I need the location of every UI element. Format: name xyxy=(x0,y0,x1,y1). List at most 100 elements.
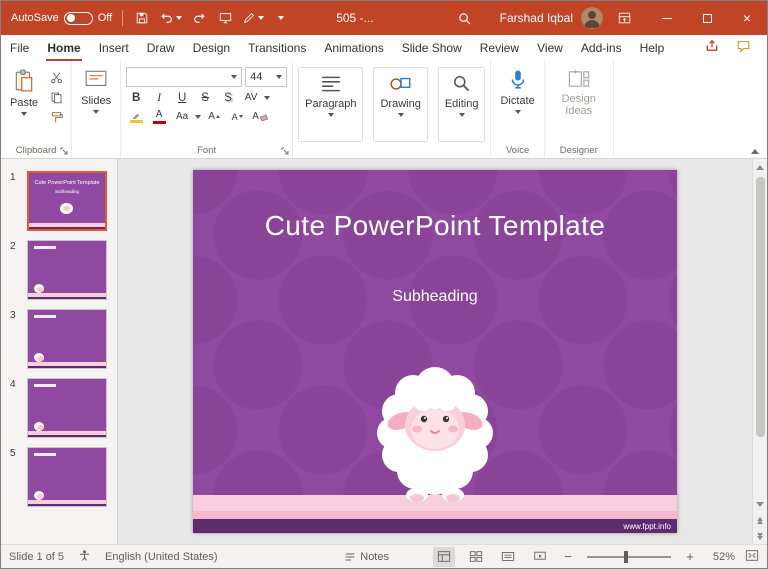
tab-help[interactable]: Help xyxy=(631,35,674,61)
dictate-button[interactable]: Dictate xyxy=(494,63,540,144)
slide-thumbnail-1[interactable]: Cute PowerPoint Template Subheading xyxy=(27,171,107,231)
reading-view-icon[interactable] xyxy=(497,547,519,567)
tab-file[interactable]: File xyxy=(1,35,38,61)
autosave-label: AutoSave xyxy=(11,12,59,24)
maximize-button[interactable] xyxy=(687,1,727,35)
slide-thumbnail-2[interactable] xyxy=(27,240,107,300)
decrease-font-size-button[interactable]: A xyxy=(227,108,247,125)
slide-indicator[interactable]: Slide 1 of 5 xyxy=(9,551,64,563)
current-slide[interactable]: Cute PowerPoint Template Subheading www.… xyxy=(193,170,677,533)
notes-button[interactable]: Notes xyxy=(344,551,389,563)
copy-icon[interactable] xyxy=(46,90,66,105)
slide-thumbnail-3[interactable] xyxy=(27,309,107,369)
editing-button[interactable]: Editing xyxy=(437,67,486,142)
ribbon-display-options-icon[interactable] xyxy=(615,6,633,30)
tab-view[interactable]: View xyxy=(528,35,572,61)
minimize-button[interactable] xyxy=(647,1,687,35)
paragraph-button[interactable]: Paragraph xyxy=(298,67,364,142)
font-dialog-launcher-icon[interactable] xyxy=(281,147,289,155)
slide-thumbnail-5[interactable] xyxy=(27,447,107,507)
close-button[interactable]: × xyxy=(727,1,767,35)
tab-add-ins[interactable]: Add-ins xyxy=(572,35,631,61)
slides-button[interactable]: Slides xyxy=(75,63,117,144)
tab-design[interactable]: Design xyxy=(184,35,239,61)
sheep-thumbnail-icon xyxy=(60,203,73,214)
slide-number: 5 xyxy=(10,448,16,459)
character-spacing-button[interactable]: AV xyxy=(241,89,261,106)
slides-dropdown-chevron-icon[interactable] xyxy=(93,110,100,114)
tab-home[interactable]: Home xyxy=(38,35,89,61)
scroll-up-button[interactable] xyxy=(753,159,767,175)
tab-review[interactable]: Review xyxy=(471,35,528,61)
slide-row-2: 2 xyxy=(1,240,117,300)
comments-icon[interactable] xyxy=(736,39,751,58)
design-ideas-button[interactable]: Design Ideas xyxy=(548,63,610,144)
underline-button[interactable]: U xyxy=(172,89,192,106)
collapse-ribbon-icon[interactable] xyxy=(751,149,759,154)
normal-view-icon[interactable] xyxy=(433,546,455,567)
footer-link[interactable]: www.fppt.info xyxy=(623,522,671,531)
accessibility-icon[interactable] xyxy=(78,549,91,565)
tab-animations[interactable]: Animations xyxy=(315,35,392,61)
save-icon[interactable] xyxy=(133,6,151,30)
font-name-select[interactable] xyxy=(126,67,243,87)
drawing-button[interactable]: Drawing xyxy=(373,67,428,142)
text-highlight-button[interactable] xyxy=(126,108,146,125)
character-spacing-chevron-icon[interactable] xyxy=(264,95,271,100)
slide-title[interactable]: Cute PowerPoint Template xyxy=(193,210,677,242)
increase-font-size-button[interactable]: A xyxy=(204,108,224,125)
clipboard-dialog-launcher-icon[interactable] xyxy=(60,147,68,155)
bold-button[interactable]: B xyxy=(126,89,146,106)
user-name[interactable]: Farshad Iqbal xyxy=(500,11,573,25)
ribbon: Paste Clipboard Slides 44 B I U S S AV A… xyxy=(1,61,767,159)
fit-slide-to-window-icon[interactable] xyxy=(745,549,759,565)
eraser-icon xyxy=(259,113,268,121)
tab-draw[interactable]: Draw xyxy=(138,35,184,61)
redo-icon[interactable] xyxy=(190,6,208,30)
vertical-scrollbar[interactable] xyxy=(752,159,767,544)
change-case-button[interactable]: Aa xyxy=(172,108,192,125)
zoom-level[interactable]: 52% xyxy=(707,551,735,563)
scroll-down-button[interactable] xyxy=(753,496,767,512)
slide-number: 4 xyxy=(10,379,16,390)
tab-slide-show[interactable]: Slide Show xyxy=(393,35,471,61)
clear-formatting-button[interactable]: A xyxy=(250,108,270,125)
italic-button[interactable]: I xyxy=(149,89,169,106)
sheep-thumbnail-icon xyxy=(34,353,44,362)
format-painter-icon[interactable] xyxy=(46,110,66,125)
zoom-in-button[interactable]: + xyxy=(683,549,697,564)
pen-icon[interactable] xyxy=(242,6,265,30)
slide-canvas[interactable]: Cute PowerPoint Template Subheading www.… xyxy=(118,159,752,544)
font-name-chevron-icon xyxy=(231,75,238,79)
text-shadow-button[interactable]: S xyxy=(218,89,238,106)
start-slideshow-icon[interactable] xyxy=(216,6,234,30)
search-icon[interactable] xyxy=(456,6,474,30)
tab-transitions[interactable]: Transitions xyxy=(239,35,315,61)
paste-button[interactable]: Paste xyxy=(4,63,44,144)
quick-access-customize-icon[interactable] xyxy=(272,6,290,30)
autosave-switch-icon xyxy=(63,11,93,25)
font-size-select[interactable]: 44 xyxy=(245,67,288,87)
slideshow-view-icon[interactable] xyxy=(529,547,551,567)
zoom-slider[interactable] xyxy=(587,550,671,563)
zoom-slider-thumb[interactable] xyxy=(623,550,628,563)
zoom-out-button[interactable]: − xyxy=(561,549,575,564)
ribbon-group-drawing: Drawing xyxy=(368,61,432,158)
font-color-button[interactable]: A xyxy=(149,108,169,125)
change-case-chevron-icon[interactable] xyxy=(195,114,202,119)
previous-slide-button[interactable] xyxy=(753,512,767,528)
next-slide-button[interactable] xyxy=(753,528,767,544)
tab-insert[interactable]: Insert xyxy=(90,35,138,61)
share-icon[interactable] xyxy=(704,38,720,58)
slide-subtitle[interactable]: Subheading xyxy=(193,288,677,306)
language-indicator[interactable]: English (United States) xyxy=(105,551,218,563)
avatar[interactable] xyxy=(581,7,603,29)
slide-sorter-view-icon[interactable] xyxy=(465,547,487,567)
paste-dropdown-chevron-icon[interactable] xyxy=(21,112,28,116)
cut-icon[interactable] xyxy=(46,70,66,85)
strikethrough-button[interactable]: S xyxy=(195,89,215,106)
autosave-toggle[interactable]: AutoSave Off xyxy=(11,11,112,25)
undo-icon[interactable] xyxy=(159,6,183,30)
scrollbar-thumb[interactable] xyxy=(755,177,765,437)
slide-thumbnail-4[interactable] xyxy=(27,378,107,438)
